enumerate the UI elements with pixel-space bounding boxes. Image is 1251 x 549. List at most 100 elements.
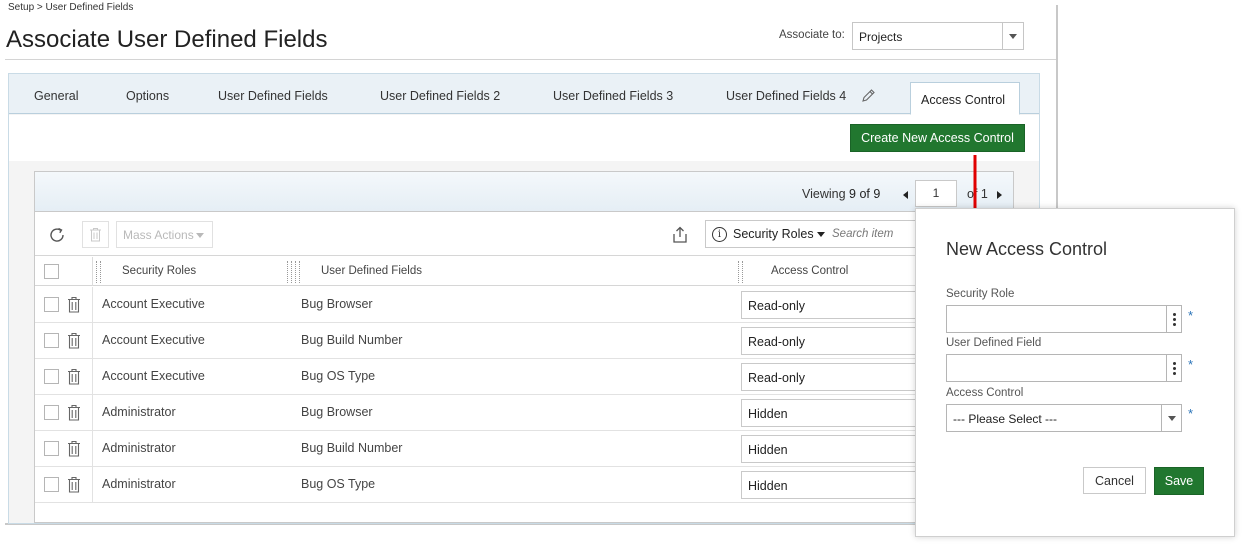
tab-options[interactable]: Options <box>126 89 169 103</box>
chevron-down-icon[interactable] <box>817 232 825 237</box>
column-resize-handle[interactable] <box>295 261 300 283</box>
row-checkbox[interactable] <box>44 369 59 384</box>
column-header-access-control[interactable]: Access Control <box>771 265 848 277</box>
cell-security-role: Account Executive <box>102 333 205 347</box>
more-options-icon[interactable] <box>1166 355 1181 381</box>
select-all-checkbox[interactable] <box>44 264 59 279</box>
associate-to-label: Associate to: <box>779 29 845 41</box>
search-filter[interactable]: i Security Roles Search item <box>705 220 925 248</box>
cell-user-defined-field: Bug OS Type <box>301 369 376 383</box>
table-row: Account Executive Bug OS Type Read-only <box>35 359 1013 395</box>
trash-icon[interactable] <box>67 368 81 385</box>
cell-access-control-select[interactable]: Read-only <box>741 363 941 391</box>
next-page-icon[interactable] <box>997 191 1002 199</box>
access-control-select[interactable]: --- Please Select --- <box>946 404 1182 432</box>
security-role-field[interactable] <box>946 305 1182 333</box>
page-title: Associate User Defined Fields <box>6 26 328 53</box>
associate-to-value: Projects <box>859 30 903 44</box>
cell-access-control-select[interactable]: Hidden <box>741 435 941 463</box>
column-resize-handle[interactable] <box>738 261 743 283</box>
save-button[interactable]: Save <box>1154 467 1204 495</box>
page-total: of 1 <box>967 187 988 201</box>
tab-user-defined-fields-3[interactable]: User Defined Fields 3 <box>553 89 673 103</box>
refresh-icon[interactable] <box>48 226 66 244</box>
associate-to-select[interactable]: Projects <box>852 22 1024 50</box>
grid-toolbar: Mass Actions i Security Roles Search ite… <box>35 213 1013 256</box>
column-divider <box>92 323 93 359</box>
header-divider <box>5 59 1056 60</box>
filter-field-select[interactable]: Security Roles <box>733 227 814 241</box>
cell-access-control-select[interactable]: Hidden <box>741 399 941 427</box>
tab-user-defined-fields-2[interactable]: User Defined Fields 2 <box>380 89 500 103</box>
cell-access-control-select[interactable]: Read-only <box>741 291 941 319</box>
trash-icon[interactable] <box>67 440 81 457</box>
user-defined-field-label: User Defined Field <box>946 337 1042 349</box>
row-checkbox[interactable] <box>44 333 59 348</box>
cell-user-defined-field: Bug Browser <box>301 405 373 419</box>
column-header-security-roles[interactable]: Security Roles <box>122 265 196 277</box>
row-checkbox[interactable] <box>44 297 59 312</box>
user-defined-field-field[interactable] <box>946 354 1182 382</box>
tab-user-defined-fields[interactable]: User Defined Fields <box>218 89 328 103</box>
cell-security-role: Administrator <box>102 477 176 491</box>
cell-access-control-select[interactable]: Read-only <box>741 327 941 355</box>
trash-icon[interactable] <box>67 296 81 313</box>
chevron-down-icon <box>196 233 204 238</box>
main-panel: General Options User Defined Fields User… <box>8 73 1040 524</box>
tab-user-defined-fields-4[interactable]: User Defined Fields 4 <box>726 89 846 103</box>
breadcrumb[interactable]: Setup > User Defined Fields <box>8 2 133 13</box>
create-new-access-control-button[interactable]: Create New Access Control <box>850 124 1025 152</box>
cancel-button[interactable]: Cancel <box>1083 467 1146 494</box>
column-divider <box>92 257 93 286</box>
required-marker: * <box>1188 406 1194 421</box>
mass-actions-dropdown[interactable]: Mass Actions <box>116 221 213 248</box>
column-divider <box>92 359 93 395</box>
required-marker: * <box>1188 308 1194 323</box>
cell-access-control-select[interactable]: Hidden <box>741 471 941 499</box>
more-options-icon[interactable] <box>1166 306 1181 332</box>
row-checkbox[interactable] <box>44 477 59 492</box>
tab-general[interactable]: General <box>34 89 78 103</box>
export-icon[interactable] <box>671 226 689 244</box>
column-divider <box>92 287 93 323</box>
pencil-icon[interactable] <box>860 88 876 104</box>
column-resize-handle[interactable] <box>96 261 101 283</box>
grid-header: Security Roles User Defined Fields Acces… <box>35 257 1013 286</box>
column-divider <box>92 395 93 431</box>
access-control-value: --- Please Select --- <box>953 412 1058 426</box>
cell-user-defined-field: Bug OS Type <box>301 477 376 491</box>
access-control-grid: Viewing 9 of 9 1 of 1 Mass Actions i Sec… <box>34 171 1014 523</box>
cell-user-defined-field: Bug Build Number <box>301 333 403 347</box>
trash-icon[interactable] <box>67 332 81 349</box>
trash-icon[interactable] <box>67 404 81 421</box>
page-number-input[interactable]: 1 <box>915 180 957 207</box>
access-control-label: Access Control <box>946 387 1024 399</box>
row-checkbox[interactable] <box>44 405 59 420</box>
tab-bar: General Options User Defined Fields User… <box>9 74 1039 115</box>
info-icon: i <box>712 227 727 242</box>
search-input[interactable]: Search item <box>832 228 893 240</box>
trash-icon[interactable] <box>67 476 81 493</box>
table-row: Administrator Bug Build Number Hidden <box>35 431 1013 467</box>
cell-security-role: Administrator <box>102 405 176 419</box>
viewing-count: Viewing 9 of 9 <box>802 187 881 201</box>
pager-bar: Viewing 9 of 9 1 of 1 <box>35 172 1013 212</box>
tab-access-control[interactable]: Access Control <box>910 82 1020 115</box>
chevron-down-icon[interactable] <box>1161 405 1181 431</box>
bulk-delete-button[interactable] <box>82 221 109 248</box>
table-row: Administrator Bug OS Type Hidden <box>35 467 1013 503</box>
row-checkbox[interactable] <box>44 441 59 456</box>
column-divider <box>92 431 93 467</box>
cell-user-defined-field: Bug Browser <box>301 297 373 311</box>
chevron-down-icon[interactable] <box>1002 23 1023 49</box>
cell-security-role: Account Executive <box>102 369 205 383</box>
prev-page-icon[interactable] <box>903 191 908 199</box>
new-access-control-dialog: New Access Control Security Role * User … <box>915 208 1235 537</box>
cell-user-defined-field: Bug Build Number <box>301 441 403 455</box>
column-header-user-defined-fields[interactable]: User Defined Fields <box>321 265 422 277</box>
required-marker: * <box>1188 357 1194 372</box>
security-role-label: Security Role <box>946 288 1015 300</box>
column-divider <box>92 467 93 503</box>
column-resize-handle[interactable] <box>287 261 292 283</box>
mass-actions-label: Mass Actions <box>123 228 194 242</box>
